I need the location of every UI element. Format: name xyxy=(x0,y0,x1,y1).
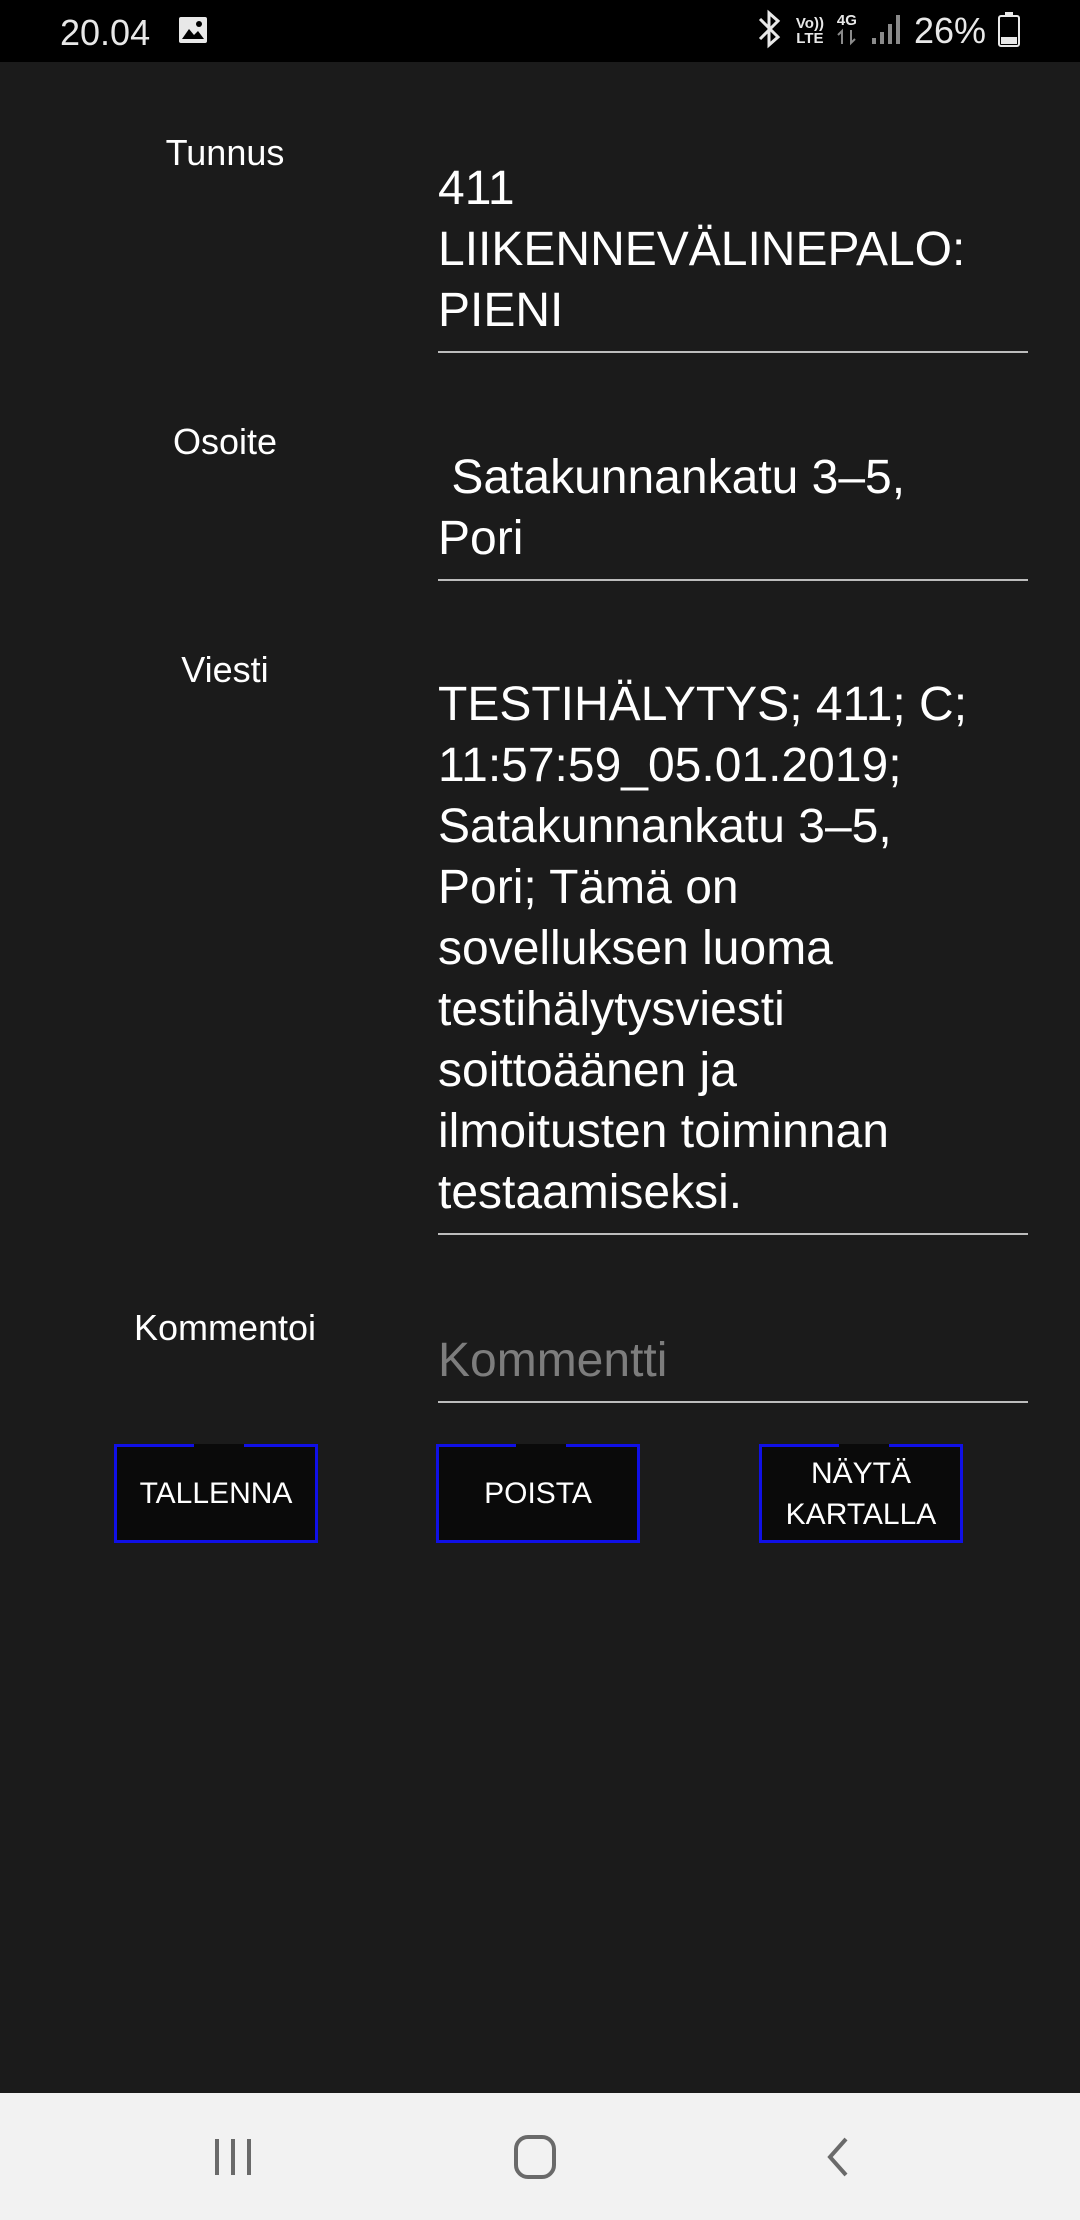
button-notch xyxy=(194,1444,244,1449)
data-arrows-icon xyxy=(836,28,858,49)
show-on-map-button[interactable]: NÄYTÄ KARTALLA xyxy=(759,1444,963,1543)
recent-apps-icon[interactable] xyxy=(203,2133,263,2181)
back-icon[interactable] xyxy=(808,2133,868,2181)
bluetooth-icon xyxy=(754,9,784,54)
button-notch xyxy=(839,1444,889,1449)
osoite-label: Osoite xyxy=(172,421,278,462)
network-type: 4G xyxy=(836,12,857,29)
volte-bottom: LTE xyxy=(796,30,824,47)
status-icons: Vo)) LTE 4G 26% xyxy=(754,9,1020,54)
osoite-field[interactable]: Satakunnankatu 3–5, Pori xyxy=(438,447,1028,581)
kommentti-input[interactable]: Kommentti xyxy=(438,1330,1028,1403)
button-notch xyxy=(516,1444,566,1449)
navigation-bar xyxy=(0,2093,1080,2220)
viesti-label: Viesti xyxy=(181,649,269,690)
viesti-field[interactable]: TESTIHÄLYTYS; 411; C; 11:57:59_05.01.201… xyxy=(438,674,1028,1235)
tunnus-field[interactable]: 411 LIIKENNEVÄLINEPALO: PIENI xyxy=(438,158,1028,353)
show-on-map-button-label: NÄYTÄ KARTALLA xyxy=(785,1456,937,1531)
tunnus-label: Tunnus xyxy=(165,132,285,173)
save-button-label: TALLENNA xyxy=(139,1477,293,1510)
status-bar: 20.04 Vo)) LTE 4G 26% xyxy=(0,0,1080,62)
volte-top: Vo)) xyxy=(795,15,824,32)
signal-icon xyxy=(870,12,902,51)
volte-indicator: Vo)) LTE xyxy=(796,16,824,46)
battery-percent: 26% xyxy=(913,10,986,51)
image-icon xyxy=(178,16,208,49)
delete-button-label: POISTA xyxy=(484,1477,592,1510)
home-icon[interactable] xyxy=(505,2133,565,2181)
battery-icon xyxy=(998,11,1020,52)
save-button[interactable]: TALLENNA xyxy=(114,1444,318,1543)
network-indicator: 4G xyxy=(836,13,858,49)
delete-button[interactable]: POISTA xyxy=(436,1444,640,1543)
status-time: 20.04 xyxy=(60,12,151,53)
kommentoi-label: Kommentoi xyxy=(133,1307,317,1348)
